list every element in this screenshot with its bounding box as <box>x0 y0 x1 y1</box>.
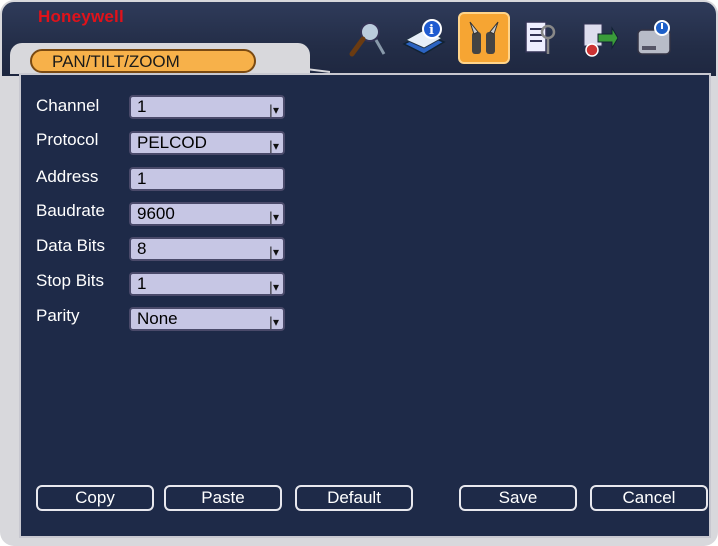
data-bits-value: 8 <box>137 239 147 258</box>
stop-bits-select[interactable]: 1 |▾ <box>129 272 285 296</box>
dropdown-arrow-icon: |▾ <box>268 315 279 329</box>
channel-select[interactable]: 1 |▾ <box>129 95 285 119</box>
stop-bits-label: Stop Bits <box>36 271 105 290</box>
dropdown-arrow-icon: |▾ <box>268 280 279 294</box>
baudrate-value: 9600 <box>137 204 175 223</box>
stop-bits-value: 1 <box>137 274 147 293</box>
dropdown-arrow-icon: |▾ <box>268 245 279 259</box>
baudrate-label: Baudrate <box>36 201 105 220</box>
info-icon[interactable]: i <box>398 12 450 64</box>
default-button[interactable]: Default <box>295 485 413 511</box>
save-button[interactable]: Save <box>459 485 577 511</box>
address-value: 1 <box>137 169 147 188</box>
tab-divider <box>270 44 330 73</box>
ptz-settings-window: Honeywell i PAN/TILT/ZOOM Channel 1 |▾ P… <box>0 0 718 546</box>
settings-panel <box>19 73 711 538</box>
dropdown-arrow-icon: |▾ <box>268 139 279 153</box>
channel-label: Channel <box>36 96 100 115</box>
parity-value: None <box>137 309 178 328</box>
tab-pan-tilt-zoom[interactable]: PAN/TILT/ZOOM <box>30 49 256 73</box>
protocol-value: PELCOD <box>137 133 207 152</box>
tools-icon[interactable] <box>458 12 510 64</box>
copy-button[interactable]: Copy <box>36 485 154 511</box>
data-bits-select[interactable]: 8 |▾ <box>129 237 285 261</box>
dropdown-arrow-icon: |▾ <box>268 210 279 224</box>
cancel-button[interactable]: Cancel <box>590 485 708 511</box>
paste-button[interactable]: Paste <box>164 485 282 511</box>
svg-text:i: i <box>429 23 434 38</box>
protocol-select[interactable]: PELCOD |▾ <box>129 131 285 155</box>
protocol-label: Protocol <box>36 130 99 149</box>
transfer-icon[interactable] <box>572 12 624 64</box>
data-bits-label: Data Bits <box>36 236 105 255</box>
dropdown-arrow-icon: |▾ <box>268 103 279 117</box>
baudrate-select[interactable]: 9600 |▾ <box>129 202 285 226</box>
address-label: Address <box>36 167 99 186</box>
search-icon[interactable] <box>342 12 394 64</box>
parity-select[interactable]: None |▾ <box>129 307 285 331</box>
address-input[interactable]: 1 <box>129 167 285 191</box>
brand-logo: Honeywell <box>38 7 124 26</box>
disk-icon[interactable] <box>628 12 680 64</box>
keys-icon[interactable] <box>512 12 564 64</box>
parity-label: Parity <box>36 306 80 325</box>
channel-value: 1 <box>137 97 147 116</box>
